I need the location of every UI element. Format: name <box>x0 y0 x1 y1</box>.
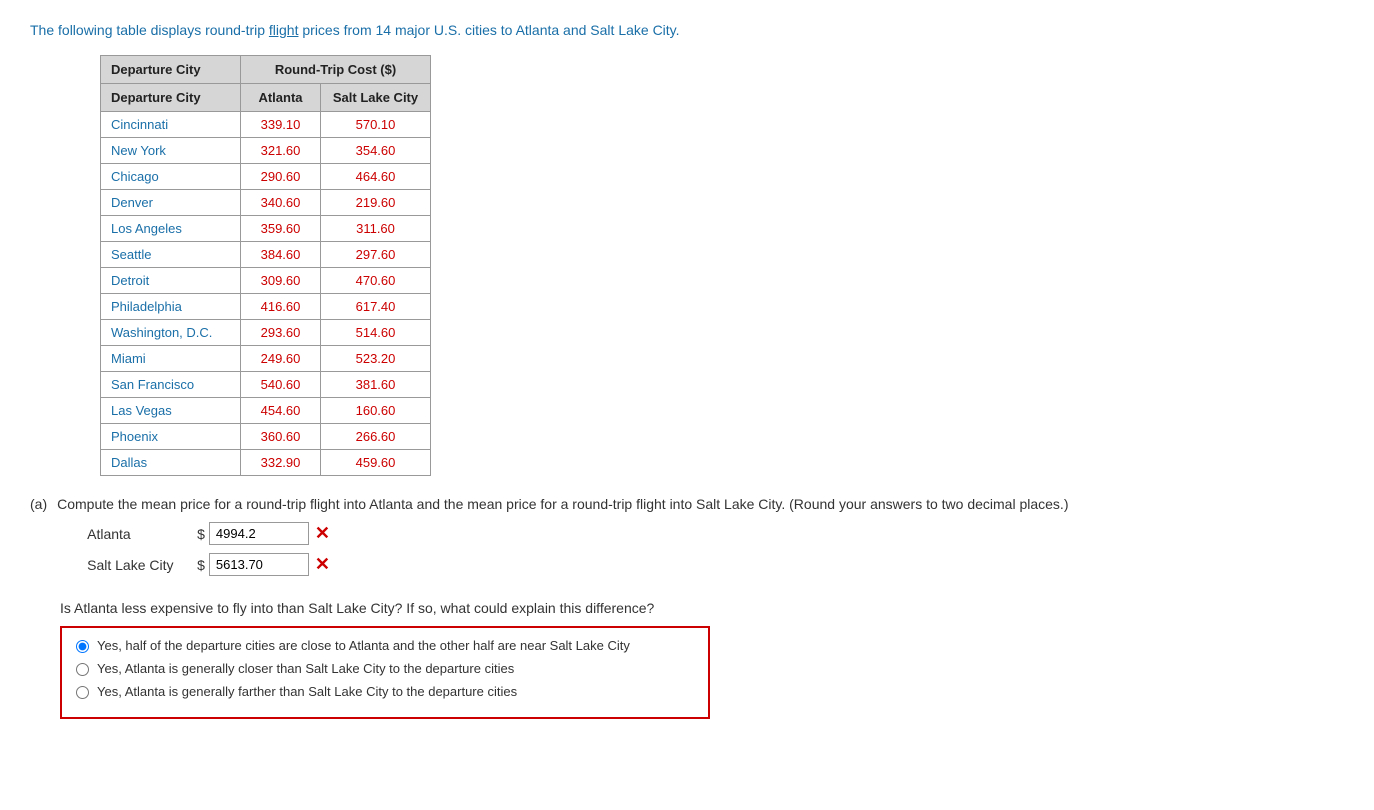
slc-label: Salt Lake City <box>87 557 197 573</box>
city-cell: Detroit <box>101 268 241 294</box>
slc-price-cell: 311.60 <box>321 216 431 242</box>
col-subheader-atlanta: Atlanta <box>241 84 321 112</box>
table-row: Seattle384.60297.60 <box>101 242 431 268</box>
city-cell: Dallas <box>101 450 241 476</box>
slc-x-mark: ✕ <box>315 554 330 575</box>
col-header-departure: Departure City <box>101 56 241 84</box>
table-row: Washington, D.C.293.60514.60 <box>101 320 431 346</box>
table-row: Las Vegas454.60160.60 <box>101 398 431 424</box>
slc-dollar: $ <box>197 557 205 573</box>
slc-price-cell: 354.60 <box>321 138 431 164</box>
part-a-question: Compute the mean price for a round-trip … <box>57 496 1068 512</box>
atlanta-price-cell: 290.60 <box>241 164 321 190</box>
slc-price-cell: 160.60 <box>321 398 431 424</box>
table-row: Chicago290.60464.60 <box>101 164 431 190</box>
table-row: Los Angeles359.60311.60 <box>101 216 431 242</box>
table-row: Phoenix360.60266.60 <box>101 424 431 450</box>
slc-price-cell: 459.60 <box>321 450 431 476</box>
option-label-0: Yes, half of the departure cities are cl… <box>97 638 630 653</box>
atlanta-price-cell: 293.60 <box>241 320 321 346</box>
atlanta-price-cell: 454.60 <box>241 398 321 424</box>
city-cell: Miami <box>101 346 241 372</box>
table-row: Denver340.60219.60 <box>101 190 431 216</box>
atlanta-price-cell: 340.60 <box>241 190 321 216</box>
count-link[interactable]: 14 <box>376 22 392 38</box>
atlanta-price-cell: 339.10 <box>241 112 321 138</box>
option-radio-2[interactable] <box>76 686 89 699</box>
table-row: San Francisco540.60381.60 <box>101 372 431 398</box>
city-cell: New York <box>101 138 241 164</box>
atlanta-price-cell: 249.60 <box>241 346 321 372</box>
intro-link-color: The following table displays round-trip … <box>30 22 680 38</box>
part-a-container: (a) Compute the mean price for a round-t… <box>30 496 1344 584</box>
intro-paragraph: The following table displays round-trip … <box>30 20 1344 41</box>
slc-price-cell: 514.60 <box>321 320 431 346</box>
city-cell: Chicago <box>101 164 241 190</box>
atlanta-price-cell: 332.90 <box>241 450 321 476</box>
city-cell: Washington, D.C. <box>101 320 241 346</box>
atlanta-price-cell: 416.60 <box>241 294 321 320</box>
slc-price-cell: 570.10 <box>321 112 431 138</box>
slc-price-cell: 464.60 <box>321 164 431 190</box>
city-cell: San Francisco <box>101 372 241 398</box>
us-link[interactable]: U.S. <box>434 22 461 38</box>
col-header-roundtrip: Round-Trip Cost ($) <box>241 56 431 84</box>
flight-prices-table: Departure City Round-Trip Cost ($) Depar… <box>100 55 431 476</box>
atlanta-price-cell: 540.60 <box>241 372 321 398</box>
atlanta-price-cell: 384.60 <box>241 242 321 268</box>
table-row: Detroit309.60470.60 <box>101 268 431 294</box>
part-a-label: (a) <box>30 496 47 512</box>
slc-price-cell: 523.20 <box>321 346 431 372</box>
slc-price-cell: 297.60 <box>321 242 431 268</box>
atlanta-price-cell: 309.60 <box>241 268 321 294</box>
slc-price-cell: 617.40 <box>321 294 431 320</box>
table-row: Cincinnati339.10570.10 <box>101 112 431 138</box>
city-cell: Las Vegas <box>101 398 241 424</box>
option-radio-1[interactable] <box>76 663 89 676</box>
city-cell: Philadelphia <box>101 294 241 320</box>
slc-price-cell: 219.60 <box>321 190 431 216</box>
question-b-text: Is Atlanta less expensive to fly into th… <box>60 600 1344 616</box>
option-row: Yes, half of the departure cities are cl… <box>76 638 694 653</box>
atlanta-price-cell: 360.60 <box>241 424 321 450</box>
slc-price-cell: 381.60 <box>321 372 431 398</box>
table-row: New York321.60354.60 <box>101 138 431 164</box>
flight-link[interactable]: flight <box>269 22 299 38</box>
option-row: Yes, Atlanta is generally closer than Sa… <box>76 661 694 676</box>
city-cell: Phoenix <box>101 424 241 450</box>
slc-input[interactable] <box>209 553 309 576</box>
option-label-2: Yes, Atlanta is generally farther than S… <box>97 684 517 699</box>
option-radio-0[interactable] <box>76 640 89 653</box>
atlanta-answer-row: Atlanta $ ✕ <box>87 522 1068 545</box>
atlanta-x-mark: ✕ <box>315 523 330 544</box>
table-row: Dallas332.90459.60 <box>101 450 431 476</box>
table-row: Philadelphia416.60617.40 <box>101 294 431 320</box>
atlanta-price-cell: 359.60 <box>241 216 321 242</box>
atlanta-price-cell: 321.60 <box>241 138 321 164</box>
option-row: Yes, Atlanta is generally farther than S… <box>76 684 694 699</box>
slc-answer-row: Salt Lake City $ ✕ <box>87 553 1068 576</box>
city-cell: Los Angeles <box>101 216 241 242</box>
city-cell: Seattle <box>101 242 241 268</box>
slc-price-cell: 266.60 <box>321 424 431 450</box>
col-subheader-city: Departure City <box>101 84 241 112</box>
col-subheader-slc: Salt Lake City <box>321 84 431 112</box>
table-row: Miami249.60523.20 <box>101 346 431 372</box>
city-cell: Cincinnati <box>101 112 241 138</box>
city-cell: Denver <box>101 190 241 216</box>
atlanta-dollar: $ <box>197 526 205 542</box>
atlanta-input[interactable] <box>209 522 309 545</box>
atlanta-label: Atlanta <box>87 526 197 542</box>
slc-price-cell: 470.60 <box>321 268 431 294</box>
options-box: Yes, half of the departure cities are cl… <box>60 626 710 719</box>
option-label-1: Yes, Atlanta is generally closer than Sa… <box>97 661 514 676</box>
